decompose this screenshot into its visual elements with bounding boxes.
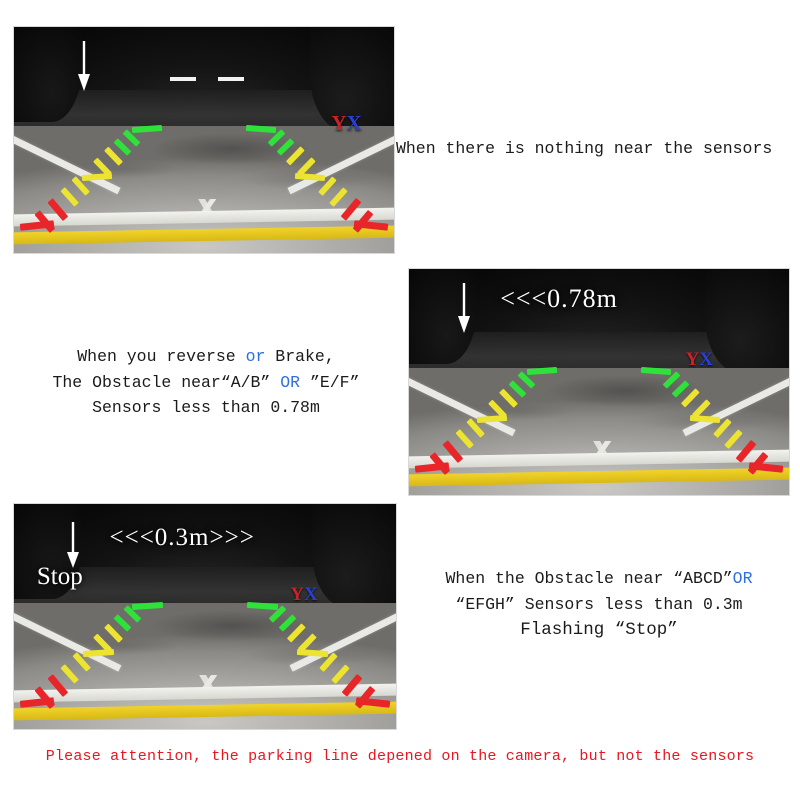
caption-reverse-line1-hl: or bbox=[245, 347, 266, 366]
yx-watermark: YX bbox=[331, 110, 362, 135]
dash-indicator bbox=[169, 76, 196, 81]
yx-watermark-y: Y bbox=[290, 584, 304, 605]
caption-reverse-line1-a: When you reverse bbox=[77, 347, 246, 366]
caption-stop-line1-hl: OR bbox=[732, 569, 753, 588]
caption-reverse-line2-hl: OR bbox=[280, 372, 301, 392]
yx-watermark: YX bbox=[290, 585, 317, 604]
camera-panel-no-obstacle: YX bbox=[13, 26, 395, 254]
caption-stop-line-1: When the Obstacle near “ABCD”OR bbox=[400, 566, 798, 592]
down-arrow-icon bbox=[457, 282, 470, 333]
caption-stop-condition: When the Obstacle near “ABCD”OR “EFGH” S… bbox=[400, 566, 798, 644]
caption-reverse-brake: When you reverse or Brake, The Obstacle … bbox=[12, 344, 400, 421]
page-root: YX When there is nothing near the sensor… bbox=[0, 0, 800, 800]
yx-watermark-y: Y bbox=[331, 110, 347, 135]
camera-panel-03m: <<<0.3m>>> Stop YX bbox=[13, 503, 397, 730]
yx-watermark-y: Y bbox=[685, 349, 700, 371]
caption-reverse-line-2: The Obstacle near“A/B” OR ”E/F” bbox=[12, 370, 400, 396]
parking-scene: YX bbox=[14, 27, 394, 253]
caption-stop-line-3: Flashing “Stop” bbox=[520, 620, 678, 641]
yx-watermark: YX bbox=[686, 350, 713, 369]
footnote-warning: Please attention, the parking line depen… bbox=[45, 748, 755, 765]
distance-overlay-078m: <<<0.78m bbox=[500, 283, 618, 313]
camera-panel-078m: <<<0.78m YX bbox=[408, 268, 790, 496]
caption-reverse-line-1: When you reverse or Brake, bbox=[12, 344, 400, 370]
caption-reverse-line2-a: The Obstacle near“A/B” bbox=[52, 372, 281, 392]
distance-overlay-03m: <<<0.3m>>> bbox=[109, 524, 255, 552]
caption-stop-line1-a: When the Obstacle near “ABCD” bbox=[445, 569, 733, 588]
parking-scene: <<<0.78m YX bbox=[409, 269, 789, 495]
sensor-dash-indicators bbox=[169, 76, 244, 81]
caption-reverse-line1-b: Brake, bbox=[265, 347, 335, 366]
yx-watermark-x: X bbox=[699, 349, 713, 371]
caption-stop-line-2: “EFGH” Sensors less than 0.3m bbox=[455, 594, 743, 614]
yx-watermark-x: X bbox=[303, 584, 318, 605]
caption-reverse-line-3: Sensors less than 0.78m bbox=[92, 398, 320, 418]
caption-no-obstacle: When there is nothing near the sensors bbox=[396, 139, 773, 158]
parking-scene: <<<0.3m>>> Stop YX bbox=[14, 504, 396, 729]
parking-guide-overlay bbox=[14, 27, 394, 253]
stop-overlay-label: Stop bbox=[36, 562, 83, 590]
yx-watermark-x: X bbox=[346, 110, 362, 135]
down-arrow-icon bbox=[77, 40, 90, 91]
dash-indicator bbox=[217, 76, 244, 81]
caption-reverse-line2-b: ”E/F” bbox=[300, 372, 360, 392]
